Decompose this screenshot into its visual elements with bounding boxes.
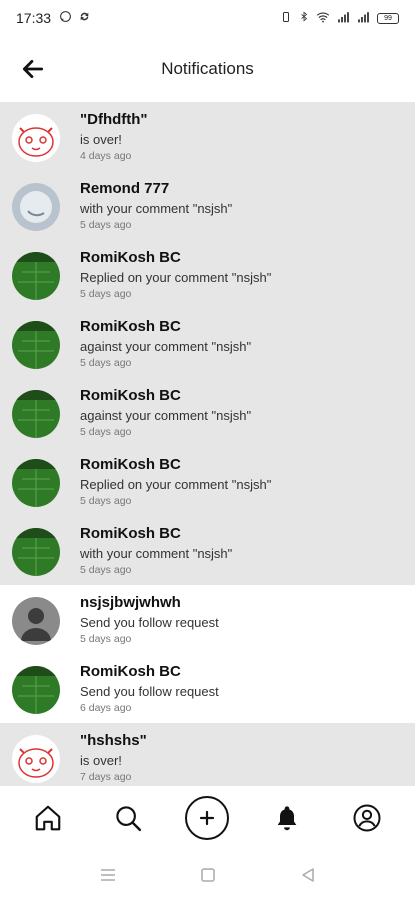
status-left-icons	[59, 10, 91, 26]
profile-icon[interactable]	[344, 795, 390, 841]
notification-time: 6 days ago	[80, 702, 132, 714]
avatar[interactable]	[12, 252, 60, 300]
notification-time: 5 days ago	[80, 564, 132, 576]
notification-text: RomiKosh BC with your comment "nsjsh" 5 da…	[80, 524, 403, 576]
avatar[interactable]	[12, 597, 60, 645]
avatar[interactable]	[12, 114, 60, 162]
avatar[interactable]	[12, 735, 60, 783]
notification-text: nsjsjbwjwhwh Send you follow request 5 day…	[80, 593, 403, 645]
notification-time: 5 days ago	[80, 633, 132, 645]
notification-username[interactable]: RomiKosh BC	[80, 526, 403, 541]
page-title: Notifications	[161, 59, 254, 78]
arrow-left-icon[interactable]	[20, 56, 46, 82]
avatar[interactable]	[12, 528, 60, 576]
notification-item[interactable]: RomiKosh BC against your comment "nsjsh" 5…	[0, 309, 415, 378]
notification-message: is over!	[80, 753, 122, 768]
notification-item[interactable]: nsjsjbwjwhwh Send you follow request 5 day…	[0, 585, 415, 654]
notification-item[interactable]: "Dfhdfth" is over! 4 days ago	[0, 102, 415, 171]
notification-message: Replied on your comment "nsjsh"	[80, 477, 272, 492]
status-right-icons: 99	[280, 10, 399, 26]
signal-icon	[337, 10, 350, 26]
notification-message: with your comment "nsjsh"	[80, 546, 233, 561]
notification-item[interactable]: RomiKosh BC against your comment "nsjsh" 5…	[0, 378, 415, 447]
avatar[interactable]	[12, 321, 60, 369]
notification-message: Send you follow request	[80, 684, 219, 699]
notification-message: is over!	[80, 132, 122, 147]
notification-time: 5 days ago	[80, 357, 132, 369]
notification-time: 5 days ago	[80, 219, 132, 231]
notification-time: 5 days ago	[80, 426, 132, 438]
notification-message: with your comment "nsjsh"	[80, 201, 233, 216]
notification-username[interactable]: nsjsjbwjwhwh	[80, 595, 403, 610]
notification-text: RomiKosh BC against your comment "nsjsh" 5…	[80, 317, 403, 369]
avatar[interactable]	[12, 459, 60, 507]
wifi-icon	[316, 10, 330, 26]
notification-username[interactable]: RomiKosh BC	[80, 457, 403, 472]
home-icon[interactable]	[25, 795, 71, 841]
notification-message: against your comment "nsjsh"	[80, 339, 252, 354]
notification-text: "hshshs" is over! 7 days ago	[80, 731, 403, 783]
bluetooth-icon	[299, 10, 309, 26]
notification-time: 7 days ago	[80, 771, 132, 783]
notification-item[interactable]: RomiKosh BC with your comment "nsjsh" 5 da…	[0, 516, 415, 585]
bottom-nav	[0, 786, 415, 850]
battery-level: 99	[384, 14, 392, 22]
search-icon[interactable]	[105, 795, 151, 841]
notification-username[interactable]: RomiKosh BC	[80, 250, 403, 265]
notification-time: 5 days ago	[80, 495, 132, 507]
notification-username[interactable]: RomiKosh BC	[80, 319, 403, 334]
signal-icon	[357, 10, 370, 26]
notification-username[interactable]: RomiKosh BC	[80, 664, 403, 679]
notification-time: 5 days ago	[80, 288, 132, 300]
status-time: 17:33	[16, 10, 52, 26]
app-header: Notifications	[0, 36, 415, 102]
avatar[interactable]	[12, 183, 60, 231]
notification-message: Send you follow request	[80, 615, 219, 630]
notification-item[interactable]: "hshshs" is over! 7 days ago	[0, 723, 415, 786]
notification-text: RomiKosh BC Replied on your comment "nsjs…	[80, 248, 403, 300]
sync-icon	[78, 10, 91, 26]
notification-text: RomiKosh BC against your comment "nsjsh" 5…	[80, 386, 403, 438]
notification-item[interactable]: Remond 777 with your comment "nsjsh" 5 day…	[0, 171, 415, 240]
notification-item[interactable]: RomiKosh BC Replied on your comment "nsjs…	[0, 240, 415, 309]
vibrate-icon	[280, 10, 292, 26]
system-nav	[0, 850, 415, 900]
avatar[interactable]	[12, 666, 60, 714]
notification-list[interactable]: "Dfhdfth" is over! 4 days ago Remond 777 wit…	[0, 102, 415, 786]
notification-message: Replied on your comment "nsjsh"	[80, 270, 272, 285]
back-triangle-icon[interactable]	[298, 865, 318, 885]
notification-username[interactable]: "Dfhdfth"	[80, 112, 403, 127]
notification-username[interactable]: "hshshs"	[80, 733, 403, 748]
menu-icon[interactable]	[98, 865, 118, 885]
status-bar: 17:33 99	[0, 0, 415, 36]
notification-text: RomiKosh BC Replied on your comment "nsjs…	[80, 455, 403, 507]
notification-message: against your comment "nsjsh"	[80, 408, 252, 423]
avatar[interactable]	[12, 390, 60, 438]
notification-item[interactable]: RomiKosh BC Replied on your comment "nsjs…	[0, 447, 415, 516]
notification-text: Remond 777 with your comment "nsjsh" 5 day…	[80, 179, 403, 231]
notification-username[interactable]: Remond 777	[80, 181, 403, 196]
battery-icon: 99	[377, 12, 399, 24]
square-icon[interactable]	[198, 865, 218, 885]
notification-time: 4 days ago	[80, 150, 132, 162]
add-circle-icon[interactable]	[184, 795, 230, 841]
notification-text: RomiKosh BC Send you follow request 6 days…	[80, 662, 403, 714]
whatsapp-icon	[59, 10, 72, 26]
notification-text: "Dfhdfth" is over! 4 days ago	[80, 110, 403, 162]
notification-username[interactable]: RomiKosh BC	[80, 388, 403, 403]
bell-icon[interactable]	[264, 795, 310, 841]
notification-item[interactable]: RomiKosh BC Send you follow request 6 days…	[0, 654, 415, 723]
